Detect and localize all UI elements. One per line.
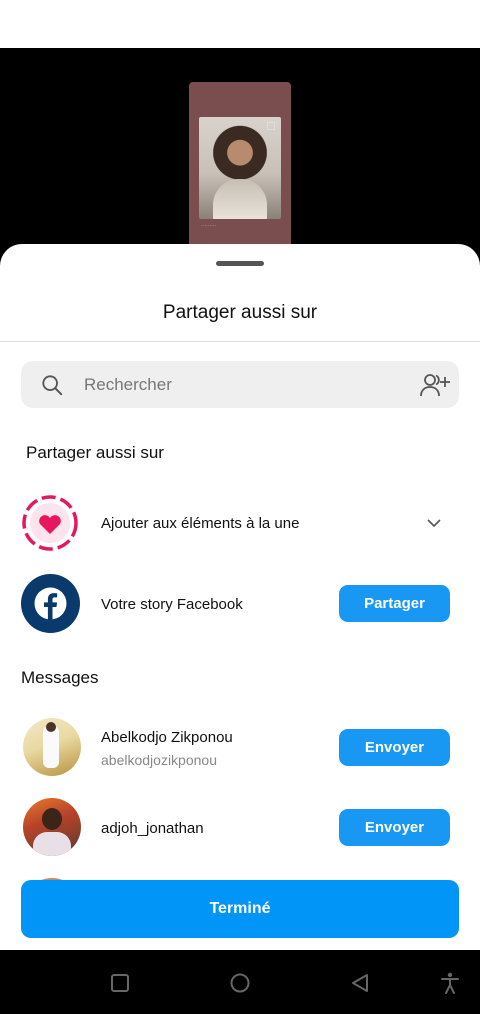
- avatar[interactable]: [23, 798, 81, 856]
- story-photo: [199, 117, 281, 219]
- accessibility-icon[interactable]: [439, 972, 461, 994]
- contact-name: Abelkodjo Zikponou: [101, 729, 233, 746]
- highlight-heart-icon: [22, 495, 78, 551]
- story-photo-subject: [213, 179, 267, 219]
- sheet-title: Partager aussi sur: [162, 302, 318, 323]
- story-sticker-icon: [267, 122, 275, 130]
- share-section-label: Partager aussi sur: [26, 443, 164, 462]
- share-facebook-button[interactable]: Partager: [339, 585, 450, 622]
- contact-username: abelkodjozikponou: [101, 752, 217, 768]
- facebook-story-label: Votre story Facebook: [101, 596, 243, 613]
- messages-section-label: Messages: [21, 668, 99, 687]
- search-icon: [42, 375, 63, 396]
- back-icon[interactable]: [349, 972, 371, 994]
- home-icon[interactable]: [229, 972, 251, 994]
- recent-apps-icon[interactable]: [109, 972, 131, 994]
- sheet-drag-handle[interactable]: [216, 261, 264, 266]
- status-bar: [0, 0, 480, 48]
- search-input[interactable]: Rechercher: [84, 375, 172, 395]
- story-preview-card: ⋯⋯⋯: [189, 82, 291, 252]
- send-button[interactable]: Envoyer: [339, 809, 450, 846]
- system-navigation-bar: [0, 950, 480, 1014]
- story-preview-area: ⋯⋯⋯: [0, 48, 480, 268]
- story-caption-mark: ⋯⋯⋯: [201, 223, 216, 229]
- send-button[interactable]: Envoyer: [339, 729, 450, 766]
- chevron-down-icon[interactable]: [427, 518, 441, 528]
- avatar[interactable]: [23, 718, 81, 776]
- highlights-label: Ajouter aux éléments à la une: [101, 515, 300, 532]
- done-button[interactable]: Terminé: [21, 880, 459, 938]
- add-people-icon[interactable]: [419, 372, 451, 398]
- search-bar[interactable]: Rechercher: [21, 361, 459, 408]
- contact-name: adjoh_jonathan: [101, 820, 204, 837]
- share-bottom-sheet: Partager aussi sur Rechercher Partager a…: [0, 244, 480, 950]
- title-divider: [0, 341, 480, 342]
- facebook-icon: [21, 574, 80, 633]
